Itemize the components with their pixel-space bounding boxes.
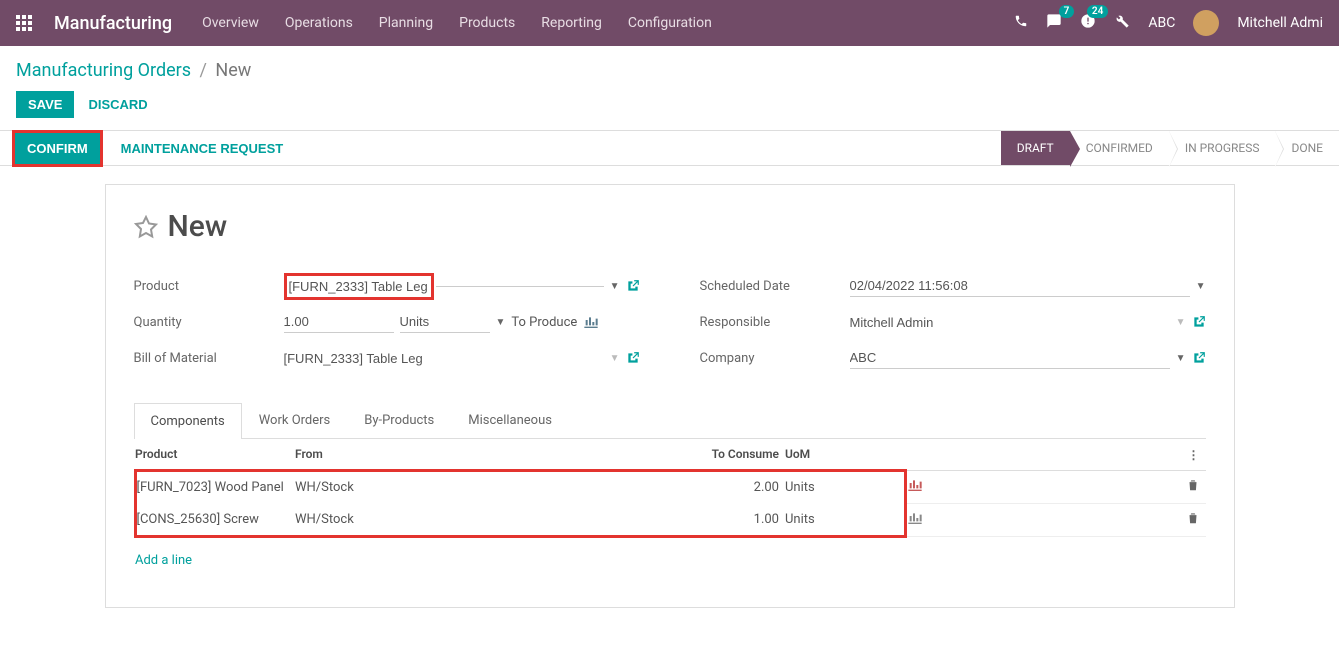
tabs: Components Work Orders By-Products Misce… xyxy=(134,402,1206,439)
table-row[interactable]: [CONS_25630] Screw WH/Stock 1.00 Units xyxy=(135,504,1206,537)
nav-reporting[interactable]: Reporting xyxy=(541,15,602,31)
messages-badge: 7 xyxy=(1059,5,1075,18)
activities-icon[interactable]: 24 xyxy=(1080,13,1096,33)
quantity-label: Quantity xyxy=(134,315,284,330)
table-row[interactable]: [FURN_7023] Wood Panel WH/Stock 2.00 Uni… xyxy=(135,471,1206,504)
tab-components[interactable]: Components xyxy=(134,403,242,439)
action-row: SAVE DISCARD xyxy=(0,87,1339,130)
page-title: New xyxy=(168,209,228,244)
nav-products[interactable]: Products xyxy=(459,15,515,31)
user-name[interactable]: Mitchell Admi xyxy=(1237,15,1323,31)
stage-confirmed[interactable]: CONFIRMED xyxy=(1070,131,1169,165)
forecast-icon[interactable] xyxy=(907,479,923,491)
breadcrumb-root[interactable]: Manufacturing Orders xyxy=(16,60,191,81)
bom-dropdown-icon[interactable]: ▼ xyxy=(610,353,620,364)
stage-done[interactable]: DONE xyxy=(1275,131,1339,165)
product-dropdown-icon[interactable]: ▼ xyxy=(610,281,620,292)
company-label: Company xyxy=(700,351,850,366)
cell-product[interactable]: [FURN_7023] Wood Panel xyxy=(135,471,295,504)
tab-by-products[interactable]: By-Products xyxy=(347,402,451,438)
tab-work-orders[interactable]: Work Orders xyxy=(242,402,348,438)
phone-icon[interactable] xyxy=(1014,14,1028,32)
quantity-suffix: To Produce xyxy=(511,315,577,330)
scheduled-date-field[interactable] xyxy=(850,275,1190,297)
col-uom: UoM xyxy=(785,439,855,471)
activities-badge: 24 xyxy=(1087,5,1108,18)
responsible-dropdown-icon[interactable]: ▼ xyxy=(1176,317,1186,328)
delete-row-icon[interactable] xyxy=(1186,478,1200,492)
forecast-icon[interactable] xyxy=(583,316,599,328)
company-field[interactable] xyxy=(850,347,1170,369)
responsible-field[interactable] xyxy=(850,312,1170,333)
breadcrumb-current: New xyxy=(215,60,251,81)
app-title[interactable]: Manufacturing xyxy=(54,13,172,34)
responsible-label: Responsible xyxy=(700,315,850,330)
table-options-icon[interactable]: ⋮ xyxy=(1188,448,1200,462)
bom-field[interactable] xyxy=(284,348,604,369)
bom-external-link-icon[interactable] xyxy=(626,351,640,365)
avatar[interactable] xyxy=(1193,10,1219,36)
components-table: Product From To Consume UoM ⋮ [FURN_7023… xyxy=(134,439,1206,583)
cell-product[interactable]: [CONS_25630] Screw xyxy=(135,504,295,537)
stage-in-progress[interactable]: IN PROGRESS xyxy=(1169,131,1276,165)
nav-planning[interactable]: Planning xyxy=(379,15,433,31)
product-field[interactable] xyxy=(289,276,429,297)
cell-to-consume[interactable]: 1.00 xyxy=(555,504,785,537)
confirm-button[interactable]: CONFIRM xyxy=(15,133,100,164)
company-switch[interactable]: ABC xyxy=(1148,15,1175,31)
top-navbar: Manufacturing Overview Operations Planni… xyxy=(0,0,1339,46)
messages-icon[interactable]: 7 xyxy=(1046,13,1062,33)
company-dropdown-icon[interactable]: ▼ xyxy=(1176,353,1186,364)
scheduled-date-label: Scheduled Date xyxy=(700,279,850,294)
col-product: Product xyxy=(135,439,295,471)
discard-button[interactable]: DISCARD xyxy=(84,91,151,118)
status-bar: CONFIRM MAINTENANCE REQUEST DRAFT CONFIR… xyxy=(0,130,1339,166)
save-button[interactable]: SAVE xyxy=(16,91,74,118)
product-external-link-icon[interactable] xyxy=(626,279,640,293)
apps-icon[interactable] xyxy=(16,15,32,31)
tools-icon[interactable] xyxy=(1114,13,1130,33)
bom-label: Bill of Material xyxy=(134,351,284,366)
breadcrumb-sep: / xyxy=(200,60,207,81)
quantity-field[interactable] xyxy=(284,311,394,333)
cell-from[interactable]: WH/Stock xyxy=(295,471,555,504)
forecast-icon[interactable] xyxy=(907,512,923,524)
quantity-uom-field[interactable] xyxy=(400,311,490,333)
tab-miscellaneous[interactable]: Miscellaneous xyxy=(451,402,569,438)
form-sheet: New Product ▼ Quantity xyxy=(105,184,1235,608)
cell-from[interactable]: WH/Stock xyxy=(295,504,555,537)
scheduled-dropdown-icon[interactable]: ▼ xyxy=(1196,281,1206,292)
stage-chevrons: DRAFT CONFIRMED IN PROGRESS DONE xyxy=(1001,131,1339,165)
nav-configuration[interactable]: Configuration xyxy=(628,15,712,31)
nav-menu: Overview Operations Planning Products Re… xyxy=(202,15,712,31)
maintenance-request-button[interactable]: MAINTENANCE REQUEST xyxy=(111,133,294,164)
responsible-external-link-icon[interactable] xyxy=(1192,315,1206,329)
quantity-uom-dropdown-icon[interactable]: ▼ xyxy=(496,317,506,328)
col-to-consume: To Consume xyxy=(555,439,785,471)
breadcrumb: Manufacturing Orders / New xyxy=(0,46,1339,87)
col-from: From xyxy=(295,439,555,471)
cell-to-consume[interactable]: 2.00 xyxy=(555,471,785,504)
stage-draft[interactable]: DRAFT xyxy=(1001,131,1070,165)
cell-uom[interactable]: Units xyxy=(785,504,855,537)
delete-row-icon[interactable] xyxy=(1186,511,1200,525)
product-label: Product xyxy=(134,279,284,294)
nav-operations[interactable]: Operations xyxy=(285,15,353,31)
nav-overview[interactable]: Overview xyxy=(202,15,259,31)
favorite-star-icon[interactable] xyxy=(134,215,158,239)
cell-uom[interactable]: Units xyxy=(785,471,855,504)
company-external-link-icon[interactable] xyxy=(1192,351,1206,365)
add-line-link[interactable]: Add a line xyxy=(135,545,192,576)
